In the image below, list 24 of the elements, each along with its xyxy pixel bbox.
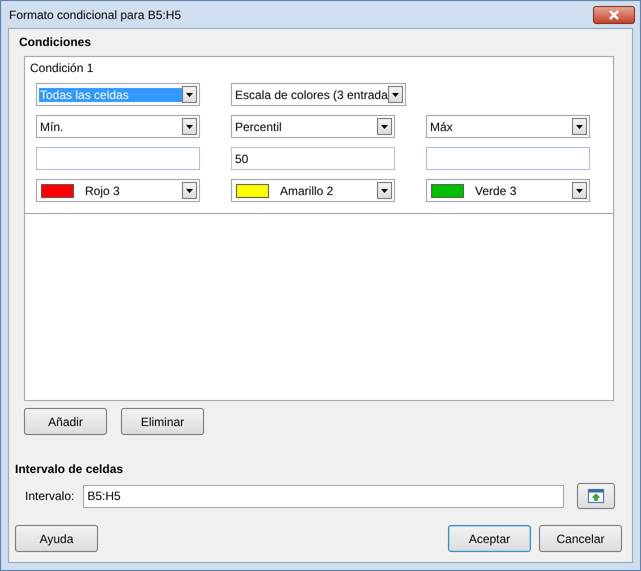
shrink-button[interactable]	[577, 483, 616, 509]
window-title: Formato condicional para B5:H5	[9, 8, 182, 22]
range-field[interactable]: B5:H5	[83, 484, 564, 508]
dropdown[interactable]: Mín.	[36, 115, 200, 138]
condition-title: Condición 1	[30, 61, 94, 75]
value-field[interactable]: 50	[231, 147, 395, 170]
dropdown[interactable]: Escala de colores (3 entrada	[231, 83, 406, 106]
dropdown[interactable]: Percentil	[231, 115, 395, 138]
close-icon	[608, 10, 620, 20]
section-heading: Intervalo de celdas	[15, 462, 124, 476]
dialog-button[interactable]: Aceptar	[448, 525, 531, 552]
close-button[interactable]	[593, 6, 635, 24]
dropdown[interactable]: Máx	[426, 115, 590, 138]
section-heading: Condiciones	[19, 35, 92, 49]
value-field[interactable]	[36, 147, 200, 170]
value-field[interactable]	[426, 147, 590, 170]
condition-button[interactable]: Eliminar	[121, 408, 204, 435]
condition-button[interactable]: Añadir	[24, 408, 107, 435]
color-dropdown[interactable]: Verde 3	[426, 179, 590, 202]
dialog-button[interactable]: Cancelar	[539, 525, 622, 552]
range-label: Intervalo:	[25, 489, 74, 503]
color-dropdown[interactable]: Rojo 3	[36, 179, 200, 202]
help-button[interactable]: Ayuda	[15, 525, 98, 552]
color-dropdown[interactable]: Amarillo 2	[231, 179, 395, 202]
